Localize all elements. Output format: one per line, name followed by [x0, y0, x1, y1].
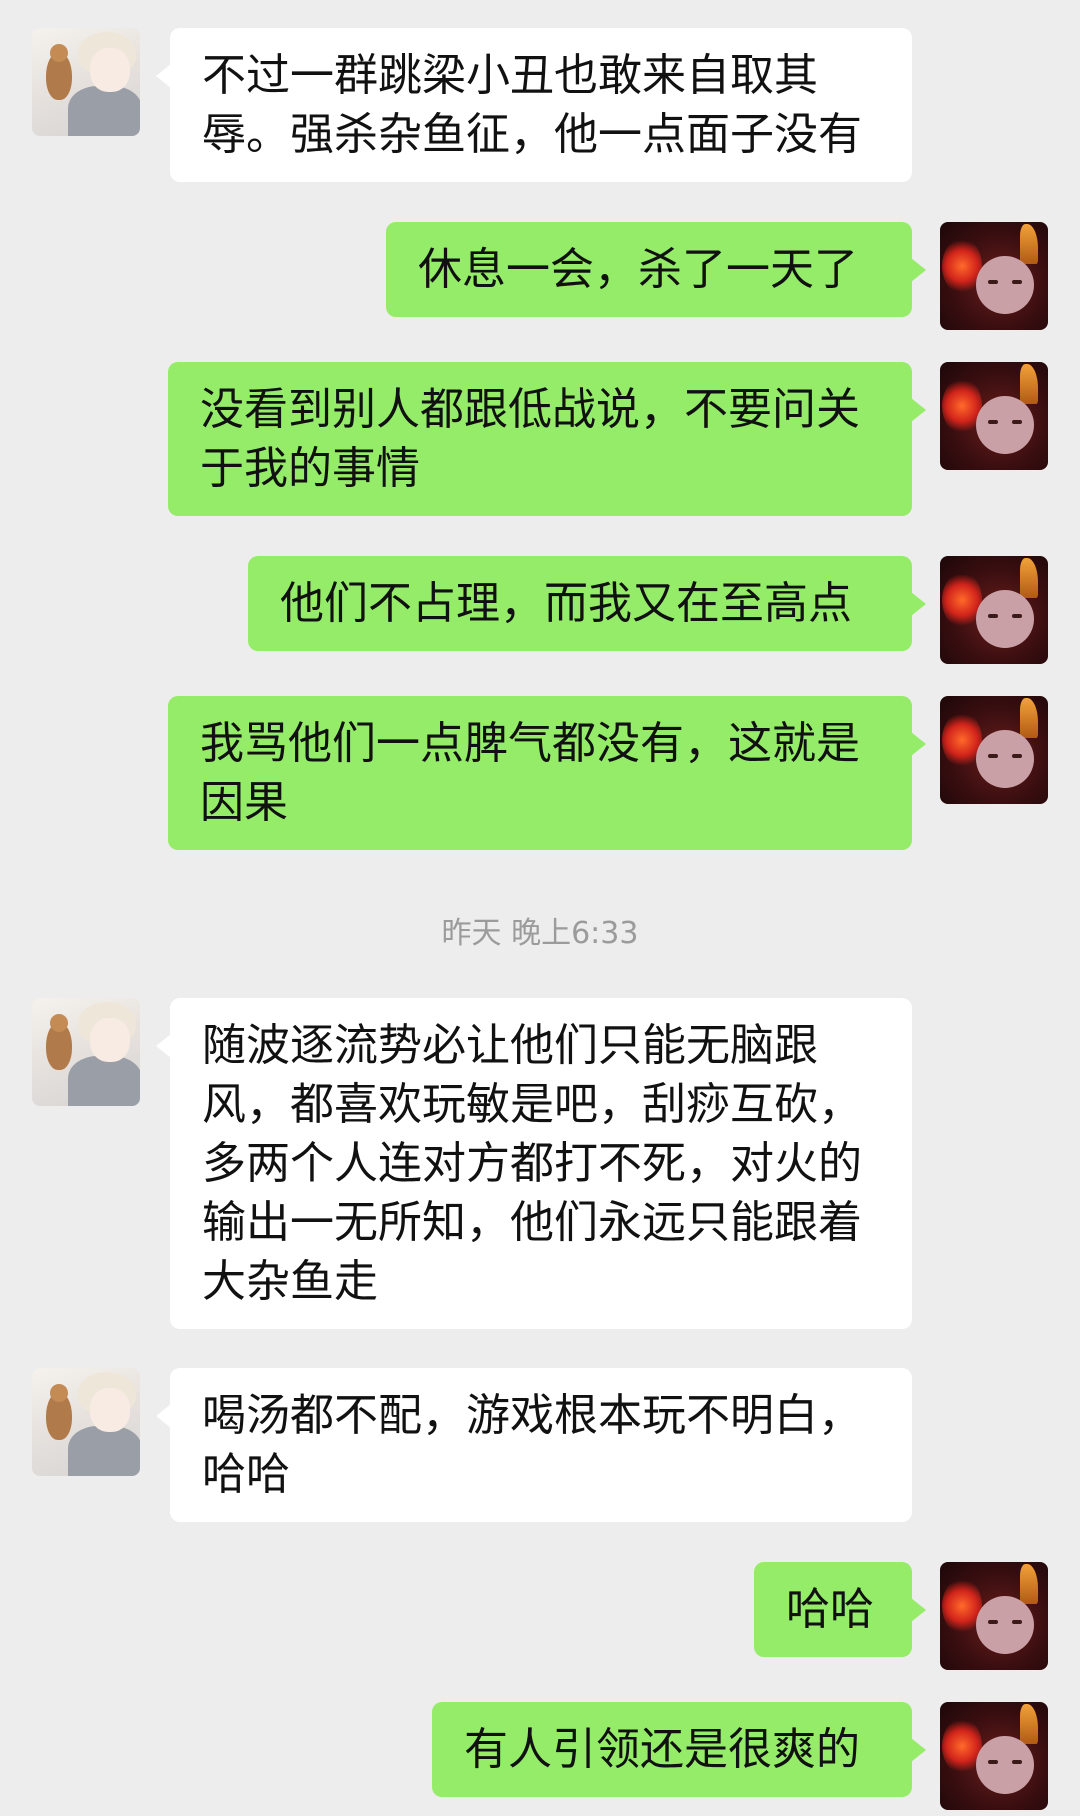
- self-avatar[interactable]: [940, 1702, 1048, 1810]
- message-bubble-incoming[interactable]: 随波逐流势必让他们只能无脑跟风，都喜欢玩敏是吧，刮痧互砍，多两个人连对方都打不死…: [156, 998, 912, 1329]
- contact-avatar[interactable]: [32, 998, 140, 1106]
- self-avatar[interactable]: [940, 696, 1048, 804]
- message-bubble-outgoing[interactable]: 休息一会，杀了一天了: [386, 222, 926, 317]
- message-bubble-outgoing[interactable]: 哈哈: [754, 1562, 926, 1657]
- self-avatar[interactable]: [940, 1562, 1048, 1670]
- message-bubble-outgoing[interactable]: 他们不占理，而我又在至高点: [248, 556, 926, 651]
- self-avatar[interactable]: [940, 556, 1048, 664]
- contact-avatar[interactable]: [32, 1368, 140, 1476]
- self-avatar[interactable]: [940, 222, 1048, 330]
- message-bubble-incoming[interactable]: 不过一群跳梁小丑也敢来自取其辱。强杀杂鱼征，他一点面子没有: [156, 28, 912, 182]
- self-avatar[interactable]: [940, 362, 1048, 470]
- chat-timestamp: 昨天 晚上6:33: [441, 916, 639, 951]
- message-bubble-outgoing[interactable]: 有人引领还是很爽的: [432, 1702, 926, 1797]
- message-bubble-incoming[interactable]: 喝汤都不配，游戏根本玩不明白，哈哈: [156, 1368, 912, 1522]
- message-bubble-outgoing[interactable]: 没看到别人都跟低战说，不要问关于我的事情: [168, 362, 926, 516]
- chat-message-list[interactable]: 不过一群跳梁小丑也敢来自取其辱。强杀杂鱼征，他一点面子没有 休息一会，杀了一天了…: [0, 0, 1080, 1816]
- message-bubble-outgoing[interactable]: 我骂他们一点脾气都没有，这就是因果: [168, 696, 926, 850]
- contact-avatar[interactable]: [32, 28, 140, 136]
